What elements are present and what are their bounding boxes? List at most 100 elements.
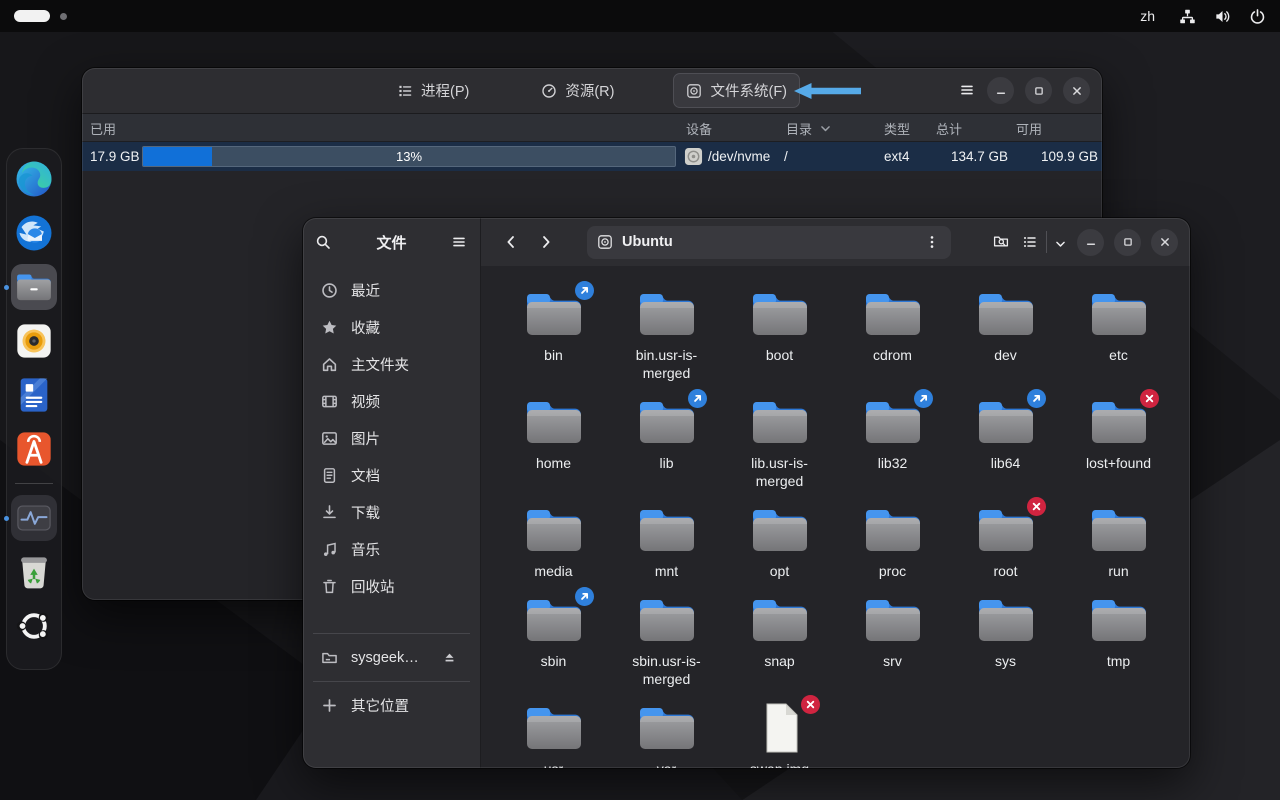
file-grid-item[interactable]: media [497, 504, 610, 580]
files-content-area[interactable]: bin bin.usr-is-merged [481, 266, 1190, 768]
dock-app[interactable] [11, 372, 57, 418]
menu-button[interactable] [959, 82, 976, 99]
sidebar-item-other-locations[interactable]: 其它位置 [311, 687, 472, 724]
list-view-button[interactable] [1022, 234, 1039, 251]
file-grid-item[interactable]: opt [723, 504, 836, 580]
sidebar-item-mounted-volume[interactable]: sysgeek-n… [311, 639, 472, 676]
file-grid-item[interactable]: run [1062, 504, 1175, 580]
column-header-label: 类型 [884, 119, 910, 138]
tab[interactable]: 文件系统(F) [673, 73, 800, 108]
file-grid-item[interactable]: lib64 [949, 396, 1062, 490]
activities-indicator[interactable] [14, 10, 67, 22]
item-type-icon [974, 288, 1038, 340]
workspace-pill [14, 10, 50, 22]
view-options-button[interactable] [1054, 236, 1067, 249]
file-item-icon [974, 288, 1038, 340]
column-header[interactable]: 已用 [90, 114, 116, 142]
column-header[interactable]: 可用 [1016, 114, 1042, 142]
network-folder-icon [321, 649, 338, 666]
hamburger-icon [451, 234, 468, 251]
sidebar-menu-button[interactable] [451, 234, 468, 251]
file-grid-item[interactable]: srv [836, 594, 949, 688]
file-item-name: mnt [655, 562, 678, 580]
file-grid-item[interactable]: swap.img [723, 702, 836, 768]
desktop: zh [0, 0, 1280, 800]
column-header[interactable]: 类型 [884, 114, 910, 142]
file-grid-item[interactable]: cdrom [836, 288, 949, 382]
search-button[interactable] [315, 234, 332, 251]
close-button[interactable] [1151, 229, 1178, 256]
sidebar-item[interactable]: 最近 [311, 272, 472, 309]
minimize-button[interactable] [987, 77, 1014, 104]
input-language-indicator[interactable]: zh [1134, 8, 1161, 24]
file-item-name: proc [879, 562, 906, 580]
dock-app[interactable] [11, 549, 57, 595]
dock-app[interactable] [11, 495, 57, 541]
symlink-emblem-icon [688, 389, 707, 408]
sidebar-item[interactable]: 音乐 [311, 531, 472, 568]
item-type-icon [748, 504, 812, 556]
sidebar-item[interactable]: 收藏 [311, 309, 472, 346]
sidebar-item[interactable]: 图片 [311, 420, 472, 457]
file-grid-item[interactable]: mnt [610, 504, 723, 580]
column-header[interactable]: 目录 [786, 114, 832, 142]
sidebar-item[interactable]: 下载 [311, 494, 472, 531]
dock-app[interactable] [11, 264, 57, 310]
file-grid-item[interactable]: snap [723, 594, 836, 688]
file-grid-item[interactable]: boot [723, 288, 836, 382]
file-item-icon [974, 396, 1038, 448]
file-grid-item[interactable]: dev [949, 288, 1062, 382]
file-item-icon [635, 504, 699, 556]
file-grid-item[interactable]: bin [497, 288, 610, 382]
system-status-area[interactable]: zh [1134, 8, 1266, 25]
file-grid-item[interactable]: lost+found [1062, 396, 1175, 490]
tab[interactable]: 进程(P) [384, 73, 482, 108]
dock-app[interactable] [11, 318, 57, 364]
sidebar-item[interactable]: 文档 [311, 457, 472, 494]
sidebar-item[interactable]: 回收站 [311, 568, 472, 605]
maximize-button[interactable] [1114, 229, 1141, 256]
file-grid-item[interactable]: lib.usr-is-merged [723, 396, 836, 490]
file-grid-item[interactable]: usr [497, 702, 610, 768]
sidebar-item[interactable]: 主文件夹 [311, 346, 472, 383]
file-grid-item[interactable]: home [497, 396, 610, 490]
eject-button[interactable] [436, 645, 462, 671]
volume[interactable] [1214, 8, 1231, 25]
power[interactable] [1249, 8, 1266, 25]
location-menu-button[interactable] [924, 234, 941, 251]
system-monitor-headerbar[interactable]: 进程(P) 资源(R) 文件系统(F) [82, 68, 1102, 114]
dock-app[interactable] [11, 603, 57, 649]
back-button[interactable] [503, 234, 520, 251]
dock-app[interactable] [11, 426, 57, 472]
close-button[interactable] [1063, 77, 1090, 104]
sidebar-item[interactable]: 视频 [311, 383, 472, 420]
network[interactable] [1179, 8, 1196, 25]
item-type-icon [748, 594, 812, 646]
filesystem-row-selected[interactable]: 17.9 GB 13% /dev/nvme / ext4 134.7 GB 10… [82, 142, 1102, 171]
column-header[interactable]: 总计 [936, 114, 962, 142]
file-grid-item[interactable]: sbin.usr-is-merged [610, 594, 723, 688]
file-item-name: boot [766, 346, 793, 364]
forward-icon [538, 234, 555, 251]
file-grid-item[interactable]: lib [610, 396, 723, 490]
search-everywhere-button[interactable] [993, 233, 1012, 252]
file-grid-item[interactable]: sbin [497, 594, 610, 688]
files-headerbar[interactable]: 文件 Ubuntu [303, 218, 1190, 266]
file-grid-item[interactable]: bin.usr-is-merged [610, 288, 723, 382]
file-grid-item[interactable]: proc [836, 504, 949, 580]
file-grid-item[interactable]: etc [1062, 288, 1175, 382]
column-header[interactable]: 设备 [686, 114, 712, 142]
maximize-button[interactable] [1025, 77, 1052, 104]
tab[interactable]: 资源(R) [528, 73, 627, 108]
file-grid-item[interactable]: var [610, 702, 723, 768]
file-grid-item[interactable]: sys [949, 594, 1062, 688]
file-grid-item[interactable]: lib32 [836, 396, 949, 490]
minimize-button[interactable] [1077, 229, 1104, 256]
file-grid-item[interactable]: tmp [1062, 594, 1175, 688]
dock-app[interactable] [11, 210, 57, 256]
path-bar[interactable]: Ubuntu [587, 226, 951, 259]
dock-app[interactable] [11, 156, 57, 202]
sidebar-item-icon [321, 467, 338, 484]
forward-button[interactable] [538, 234, 555, 251]
file-grid-item[interactable]: root [949, 504, 1062, 580]
